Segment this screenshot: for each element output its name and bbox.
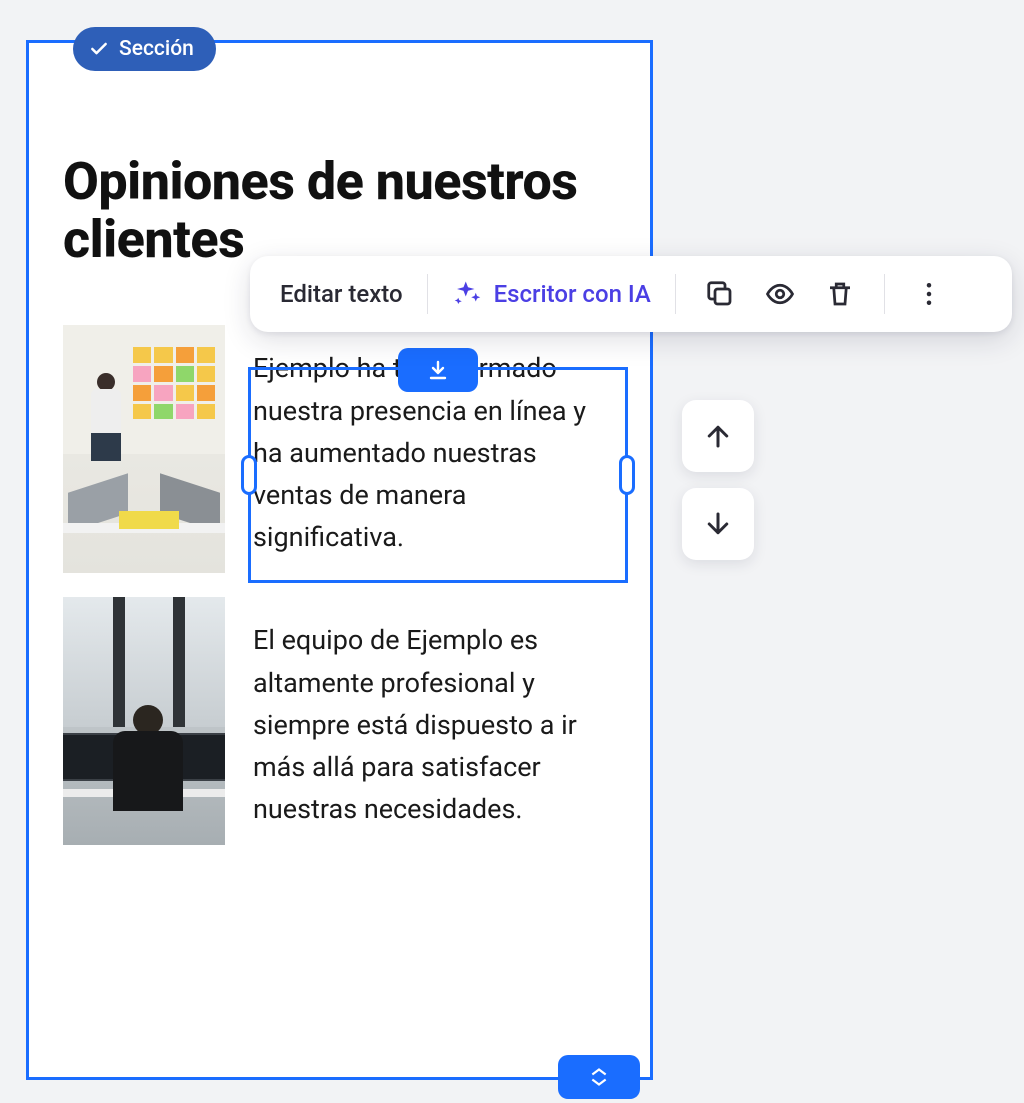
arrow-down-icon <box>703 509 733 539</box>
more-options-button[interactable] <box>901 266 957 322</box>
duplicate-button[interactable] <box>692 266 748 322</box>
insert-above-button[interactable] <box>398 348 478 392</box>
ai-writer-button[interactable]: Escritor con IA <box>444 269 659 319</box>
floating-toolbar: Editar texto Escritor con IA <box>250 256 1012 332</box>
delete-button[interactable] <box>812 266 868 322</box>
edit-text-button[interactable]: Editar texto <box>272 270 411 318</box>
section-title[interactable]: Opiniones de nuestros clientes <box>63 153 620 269</box>
testimonial-row: El equipo de Ejemplo es altamente profes… <box>63 597 620 845</box>
sparkles-icon <box>452 279 482 309</box>
toolbar-divider <box>675 274 676 314</box>
copy-icon <box>705 279 735 309</box>
ai-writer-label: Escritor con IA <box>494 280 651 308</box>
chevron-up-icon <box>589 1067 609 1077</box>
resize-handle-right[interactable] <box>619 455 635 495</box>
toolbar-divider <box>427 274 428 314</box>
download-icon <box>426 358 450 382</box>
trash-icon <box>825 279 855 309</box>
toolbar-divider <box>884 274 885 314</box>
arrow-up-icon <box>703 421 733 451</box>
section-content: Opiniones de nuestros clientes Ejemplo h… <box>29 43 650 909</box>
check-icon <box>89 39 109 59</box>
visibility-button[interactable] <box>752 266 808 322</box>
section-badge[interactable]: Sección <box>73 27 216 71</box>
section-resize-handle[interactable] <box>558 1055 640 1099</box>
testimonial-row: Ejemplo ha transformado nuestra presenci… <box>63 325 620 573</box>
section-badge-label: Sección <box>119 37 194 61</box>
section-frame[interactable]: Sección Opiniones de nuestros clientes E… <box>26 40 653 1080</box>
testimonial-image[interactable] <box>63 325 225 573</box>
chevron-down-icon <box>589 1077 609 1087</box>
testimonial-image[interactable] <box>63 597 225 845</box>
testimonial-text[interactable]: El equipo de Ejemplo es altamente profes… <box>253 597 620 830</box>
reorder-controls <box>682 400 754 560</box>
move-up-button[interactable] <box>682 400 754 472</box>
eye-icon <box>765 279 795 309</box>
resize-handle-left[interactable] <box>241 455 257 495</box>
move-down-button[interactable] <box>682 488 754 560</box>
more-vertical-icon <box>914 279 944 309</box>
